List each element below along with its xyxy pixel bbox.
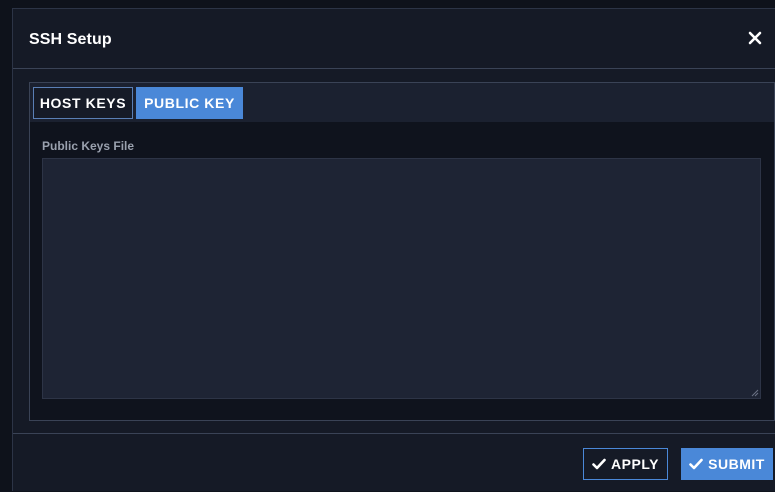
resize-grip-icon[interactable] — [751, 389, 759, 397]
submit-button[interactable]: SUBMIT — [681, 448, 773, 480]
close-icon[interactable] — [744, 27, 766, 49]
dialog-footer: APPLY SUBMIT — [13, 433, 775, 492]
tab-public-key[interactable]: PUBLIC KEY — [136, 87, 243, 119]
apply-button-label: APPLY — [611, 456, 659, 472]
public-keys-file-textarea[interactable] — [42, 158, 761, 399]
apply-button[interactable]: APPLY — [583, 448, 668, 480]
tab-host-keys[interactable]: HOST KEYS — [33, 87, 133, 119]
check-icon — [592, 458, 606, 470]
public-keys-file-label: Public Keys File — [42, 139, 135, 153]
check-icon — [689, 458, 703, 470]
dialog-title: SSH Setup — [29, 31, 112, 48]
dialog-header: SSH Setup — [13, 9, 775, 69]
submit-button-label: SUBMIT — [708, 456, 765, 472]
tab-bar: HOST KEYS PUBLIC KEY — [30, 83, 774, 122]
dialog-body: HOST KEYS PUBLIC KEY Public Keys File — [29, 82, 775, 421]
ssh-setup-dialog: SSH Setup HOST KEYS PUBLIC KEY Public Ke… — [12, 8, 775, 491]
